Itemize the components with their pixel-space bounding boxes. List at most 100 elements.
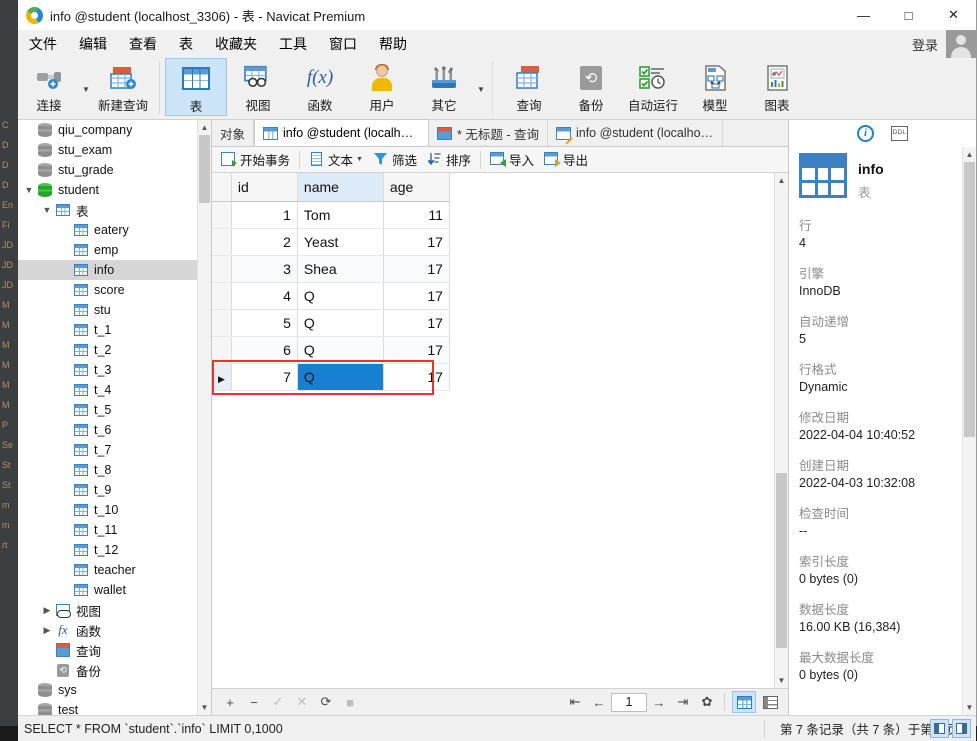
tree-item-t_8[interactable]: t_8: [18, 460, 197, 480]
menu-help[interactable]: 帮助: [368, 30, 418, 58]
cancel-changes-button[interactable]: ✕: [290, 690, 314, 714]
tree-item-qiu_company[interactable]: qiu_company: [18, 120, 197, 140]
cell-name[interactable]: Yeast: [297, 228, 384, 256]
grid-toolbar-import[interactable]: 导入: [485, 148, 539, 172]
delete-record-button[interactable]: −: [242, 690, 266, 714]
tree-item-备份[interactable]: ⟲ 备份: [18, 660, 197, 680]
row-marker-cell[interactable]: [212, 228, 232, 256]
close-button[interactable]: ✕: [931, 0, 976, 30]
cell-id[interactable]: 4: [231, 282, 298, 310]
cell-age[interactable]: 17: [383, 228, 450, 256]
last-page-button[interactable]: ⇥: [671, 690, 695, 714]
menu-window[interactable]: 窗口: [318, 30, 368, 58]
row-marker-cell[interactable]: ▶: [212, 363, 232, 391]
other-dropdown-caret-icon[interactable]: ▼: [475, 58, 487, 116]
chevron-right-icon[interactable]: ▶: [40, 600, 54, 620]
column-header-name[interactable]: name: [297, 173, 384, 202]
cell-name[interactable]: Tom: [297, 201, 384, 229]
row-marker-cell[interactable]: [212, 336, 232, 364]
cell-id[interactable]: 2: [231, 228, 298, 256]
info-scroll-thumb[interactable]: [964, 162, 975, 437]
data-grid[interactable]: id name age 1 Tom 11 2 Yeast 17 3 Shea 17 4 Q 17 5 Q 1…: [212, 173, 450, 391]
table-row[interactable]: 3 Shea 17: [212, 255, 450, 283]
tree-scrollbar[interactable]: ▲ ▼: [197, 120, 211, 715]
toolbar-new-query-button[interactable]: 新建查询: [92, 58, 154, 116]
cell-id[interactable]: 3: [231, 255, 298, 283]
toolbar-function-button[interactable]: f(x) 函数: [289, 58, 351, 116]
toggle-right-pane-button[interactable]: [952, 719, 971, 738]
toolbar-connection-button[interactable]: 连接: [18, 58, 80, 116]
row-marker-cell[interactable]: [212, 309, 232, 337]
menu-table[interactable]: 表: [168, 30, 204, 58]
cell-name[interactable]: Q: [297, 336, 384, 364]
apply-changes-button[interactable]: ✓: [266, 690, 290, 714]
grid-scroll-up-icon[interactable]: ▲: [775, 173, 788, 188]
cell-age[interactable]: 17: [383, 309, 450, 337]
data-grid-viewport[interactable]: id name age 1 Tom 11 2 Yeast 17 3 Shea 17 4 Q 17 5 Q 1…: [212, 173, 774, 688]
next-page-button[interactable]: →: [647, 690, 671, 714]
tree-item-t_2[interactable]: t_2: [18, 340, 197, 360]
form-view-toggle[interactable]: [758, 691, 782, 713]
tree-item-teacher[interactable]: teacher: [18, 560, 197, 580]
info-scrollbar[interactable]: ▲ ▼: [962, 147, 976, 715]
cell-id[interactable]: 7: [231, 363, 298, 391]
stop-button[interactable]: ■: [338, 690, 362, 714]
tree-item-emp[interactable]: emp: [18, 240, 197, 260]
row-marker-cell[interactable]: [212, 201, 232, 229]
row-marker-cell[interactable]: [212, 282, 232, 310]
tree-item-student[interactable]: ▼ student: [18, 180, 197, 200]
table-row[interactable]: 6 Q 17: [212, 336, 450, 364]
tree-item-score[interactable]: score: [18, 280, 197, 300]
info-tab-button[interactable]: i: [856, 123, 876, 143]
cell-name[interactable]: Q: [297, 363, 384, 391]
toolbar-table-button[interactable]: 表: [165, 58, 227, 116]
add-record-button[interactable]: +: [218, 690, 242, 714]
tree-item-t_5[interactable]: t_5: [18, 400, 197, 420]
cell-id[interactable]: 6: [231, 336, 298, 364]
menu-view[interactable]: 查看: [118, 30, 168, 58]
table-row[interactable]: 5 Q 17: [212, 309, 450, 337]
tab-2[interactable]: * 无标题 - 查询: [429, 120, 548, 146]
toolbar-backup-button[interactable]: ⟲ 备份: [560, 58, 622, 116]
menu-tools[interactable]: 工具: [268, 30, 318, 58]
grid-view-toggle[interactable]: [732, 691, 756, 713]
tree-item-t_4[interactable]: t_4: [18, 380, 197, 400]
toolbar-user-button[interactable]: 用户: [351, 58, 413, 116]
cell-name[interactable]: Shea: [297, 255, 384, 283]
chevron-down-icon[interactable]: ▼: [356, 156, 363, 163]
object-tree[interactable]: qiu_company stu_exam stu_grade ▼ student ▼ 表 ea…: [18, 120, 197, 715]
tab-1[interactable]: info @student (localhos...: [254, 119, 430, 146]
tree-item-stu_grade[interactable]: stu_grade: [18, 160, 197, 180]
tree-item-t_1[interactable]: t_1: [18, 320, 197, 340]
toolbar-model-button[interactable]: 模型: [684, 58, 746, 116]
menu-edit[interactable]: 编辑: [68, 30, 118, 58]
cell-id[interactable]: 5: [231, 309, 298, 337]
tree-item-eatery[interactable]: eatery: [18, 220, 197, 240]
avatar[interactable]: [946, 30, 976, 58]
table-row[interactable]: 2 Yeast 17: [212, 228, 450, 256]
first-page-button[interactable]: ⇤: [563, 690, 587, 714]
tree-item-t_7[interactable]: t_7: [18, 440, 197, 460]
tree-item-t_11[interactable]: t_11: [18, 520, 197, 540]
tree-scroll-up-icon[interactable]: ▲: [198, 120, 211, 135]
column-header-id[interactable]: id: [231, 173, 298, 202]
tree-item-t_6[interactable]: t_6: [18, 420, 197, 440]
tree-item-stu_exam[interactable]: stu_exam: [18, 140, 197, 160]
toolbar-automation-button[interactable]: 自动运行: [622, 58, 684, 116]
toolbar-view-button[interactable]: 视图: [227, 58, 289, 116]
tab-3[interactable]: info @student (localhos...: [548, 120, 723, 146]
grid-toolbar-export[interactable]: 导出: [539, 148, 593, 172]
tree-item-stu[interactable]: stu: [18, 300, 197, 320]
grid-toolbar-text[interactable]: 文本 ▼: [304, 148, 368, 172]
table-row[interactable]: 4 Q 17: [212, 282, 450, 310]
toolbar-chart-button[interactable]: 图表: [746, 58, 808, 116]
tree-item-t_9[interactable]: t_9: [18, 480, 197, 500]
refresh-button[interactable]: ⟳: [314, 690, 338, 714]
info-scroll-down-icon[interactable]: ▼: [963, 700, 976, 715]
tree-scroll-thumb[interactable]: [199, 135, 210, 203]
cell-age[interactable]: 17: [383, 282, 450, 310]
tree-scroll-down-icon[interactable]: ▼: [198, 700, 211, 715]
grid-settings-button[interactable]: ✿: [695, 690, 719, 714]
login-link[interactable]: 登录: [912, 35, 938, 54]
cell-age[interactable]: 17: [383, 363, 450, 391]
